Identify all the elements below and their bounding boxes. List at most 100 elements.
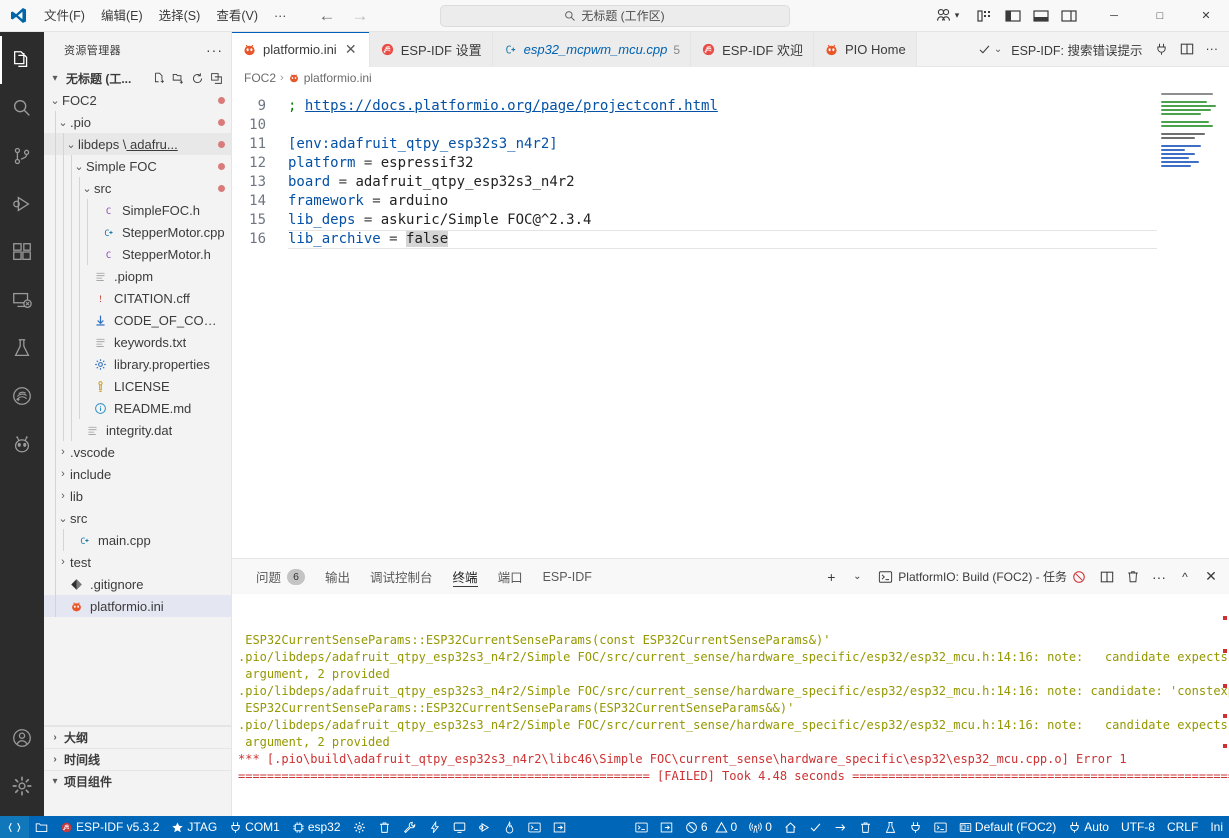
sidebar-section-project-tasks[interactable]: ▾ 项目组件: [44, 770, 231, 792]
status-terminal[interactable]: [522, 816, 547, 838]
chevron-right-icon[interactable]: ›: [56, 468, 70, 480]
panel-more-actions[interactable]: ···: [1147, 565, 1171, 589]
editor-tab-esp-idf---[interactable]: ESP-IDF 设置: [369, 32, 493, 67]
activity-item-platformio[interactable]: [0, 420, 44, 468]
breadcrumb-file[interactable]: platformio.ini: [304, 71, 372, 85]
breadcrumb-root[interactable]: FOC2: [244, 71, 276, 85]
status-full-clean[interactable]: [372, 816, 397, 838]
status-pio-home[interactable]: [778, 816, 803, 838]
tree-file--piopm[interactable]: .piopm: [44, 265, 231, 287]
status-pio-clean[interactable]: [853, 816, 878, 838]
code-line[interactable]: lib_archive = false: [288, 230, 1157, 249]
activity-item-search[interactable]: [0, 84, 44, 132]
code-lines[interactable]: ; https://docs.platformio.org/page/proje…: [278, 89, 1157, 558]
new-file-icon[interactable]: [153, 72, 166, 85]
status-serial-port[interactable]: COM1: [223, 816, 286, 838]
status-pio-port[interactable]: Auto: [1062, 816, 1115, 838]
chevron-right-icon[interactable]: ›: [56, 556, 70, 568]
editor-more-actions[interactable]: ···: [1201, 32, 1224, 67]
chevron-down-icon[interactable]: ⌄: [64, 138, 78, 151]
arrow-left-icon[interactable]: ←: [318, 7, 335, 24]
status-eol[interactable]: CRLF: [1161, 816, 1204, 838]
sidebar-section-timeline[interactable]: › 时间线: [44, 748, 231, 770]
status-pio-test[interactable]: [878, 816, 903, 838]
code-line[interactable]: [env:adafruit_qtpy_esp32s3_n4r2]: [288, 135, 1157, 154]
status-flash[interactable]: [422, 816, 447, 838]
status-jtag[interactable]: JTAG: [165, 816, 223, 838]
chevron-down-icon[interactable]: ⌄: [72, 160, 86, 173]
kill-terminal-button[interactable]: [1121, 565, 1145, 589]
activity-item-testing[interactable]: [0, 324, 44, 372]
menu-edit[interactable]: 编辑(E): [93, 5, 151, 27]
accounts-icon[interactable]: ▾: [933, 0, 961, 31]
terminal-scrollbar[interactable]: [1215, 594, 1229, 816]
menu-more[interactable]: ···: [266, 5, 295, 27]
arrow-right-icon[interactable]: →: [351, 7, 368, 24]
editor-vertical-scrollbar[interactable]: [1215, 89, 1229, 558]
status-pio-terminal[interactable]: [629, 816, 654, 838]
menu-selection[interactable]: 选择(S): [151, 5, 209, 27]
tree-file-readme-md[interactable]: README.md: [44, 397, 231, 419]
status-esp-idf-explorer[interactable]: [29, 816, 54, 838]
panel-tab-调试控制台[interactable]: 调试控制台: [360, 559, 443, 594]
chevron-down-icon[interactable]: ⌄: [56, 512, 70, 525]
tree-folder-src[interactable]: ⌄ src: [44, 177, 231, 199]
tree-file-platformio-ini[interactable]: platformio.ini: [44, 595, 231, 617]
toggle-secondary-sidebar-icon[interactable]: [1055, 8, 1083, 24]
status-pio-export[interactable]: [654, 816, 679, 838]
status-pio-new-terminal[interactable]: [928, 816, 953, 838]
activity-item-source-control[interactable]: [0, 132, 44, 180]
tree-file-main-cpp[interactable]: Cmain.cpp: [44, 529, 231, 551]
tree-file-steppermotor-h[interactable]: C StepperMotor.h: [44, 243, 231, 265]
panel-tabs[interactable]: 问题 6 输出 调试控制台 终端 端口 ESP-IDF: [246, 559, 602, 594]
window-minimize-button[interactable]: ─: [1091, 0, 1137, 31]
activity-item-explorer[interactable]: [0, 36, 44, 84]
editor-tab-pio-home[interactable]: PIO Home: [814, 32, 917, 67]
workspace-section-header[interactable]: ▾ 无标题 (工...: [44, 67, 231, 89]
status-monitor[interactable]: [447, 816, 472, 838]
command-center[interactable]: 无标题 (工作区): [439, 4, 790, 27]
code-area[interactable]: 9 10 11 12 13 14 15 16 ; https://docs.platformi…: [232, 89, 1157, 558]
editor-tabs[interactable]: platformio.ini ✕ ESP-IDF 设置 Cesp32_mcpwm_mc…: [232, 32, 917, 67]
editor-tab-platformio.ini[interactable]: platformio.ini ✕: [232, 32, 370, 67]
status-pio-upload[interactable]: [828, 816, 853, 838]
status-build[interactable]: [397, 816, 422, 838]
activity-item-accounts[interactable]: [0, 714, 44, 762]
tree-file-steppermotor-cpp[interactable]: C StepperMotor.cpp: [44, 221, 231, 243]
status-flame[interactable]: [497, 816, 522, 838]
tree-file-integrity-dat[interactable]: integrity.dat: [44, 419, 231, 441]
code-line[interactable]: lib_deps = askuric/Simple FOC@^2.3.4: [288, 211, 1157, 230]
tree-folder-src[interactable]: ⌄ src: [44, 507, 231, 529]
activity-item-run-and-debug[interactable]: [0, 180, 44, 228]
tree-folder-simple-foc[interactable]: ⌄ Simple FOC: [44, 155, 231, 177]
new-terminal-button[interactable]: +: [819, 565, 843, 589]
breadcrumb[interactable]: FOC2 › platformio.ini: [232, 67, 1229, 89]
tree-file-simplefoc-h[interactable]: C SimpleFOC.h: [44, 199, 231, 221]
status-esp-idf-version[interactable]: ESP-IDF v5.3.2: [54, 816, 165, 838]
terminal-output[interactable]: ESP32CurrentSenseParams::ESP32CurrentSen…: [232, 594, 1229, 816]
panel-tab-终端[interactable]: 终端: [443, 559, 488, 594]
code-line[interactable]: board = adafruit_qtpy_esp32s3_n4r2: [288, 173, 1157, 192]
window-maximize-button[interactable]: □: [1137, 0, 1183, 31]
sidebar-more-actions[interactable]: ···: [206, 42, 223, 58]
chevron-down-icon[interactable]: ⌄: [80, 182, 94, 195]
activity-item-extensions[interactable]: [0, 228, 44, 276]
status-pio-build[interactable]: [803, 816, 828, 838]
status-remote-indicator[interactable]: [0, 816, 29, 838]
tree-file--gitignore[interactable]: .gitignore: [44, 573, 231, 595]
split-editor-button[interactable]: [1175, 32, 1199, 67]
code-line[interactable]: ; https://docs.platformio.org/page/proje…: [288, 97, 1157, 116]
code-line[interactable]: platform = espressif32: [288, 154, 1157, 173]
chevron-right-icon[interactable]: ›: [56, 490, 70, 502]
panel-tab-ESP-IDF[interactable]: ESP-IDF: [533, 559, 602, 594]
tree-file-library-properties[interactable]: library.properties: [44, 353, 231, 375]
status-encoding[interactable]: UTF-8: [1115, 816, 1161, 838]
refresh-icon[interactable]: [191, 72, 204, 85]
editor-tab-close-icon[interactable]: ✕: [343, 41, 359, 58]
status-pio-serial[interactable]: [903, 816, 928, 838]
tree-folder-foc2[interactable]: ⌄ FOC2: [44, 89, 231, 111]
terminal-tab-chip[interactable]: PlatformIO: Build (FOC2) - 任务: [871, 565, 1093, 589]
tree-file-keywords-txt[interactable]: keywords.txt: [44, 331, 231, 353]
status-problems[interactable]: 60: [679, 816, 743, 838]
file-tree[interactable]: ⌄ FOC2 ⌄ .pio ⌄ libdeps \ adafru... ⌄ Simple FO…: [44, 89, 231, 725]
